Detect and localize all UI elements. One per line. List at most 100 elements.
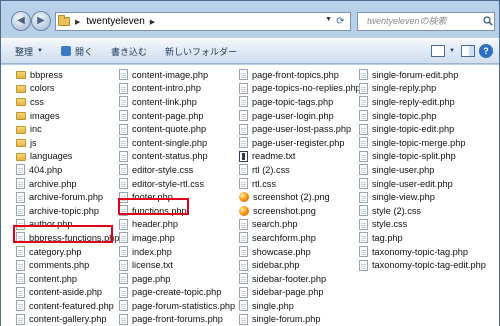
file-item[interactable]: license.txt: [119, 258, 235, 272]
search-input[interactable]: twentyelevenの検索: [357, 12, 495, 31]
file-item[interactable]: page-user-lost-pass.php: [239, 122, 361, 136]
open-button[interactable]: 開く: [60, 45, 93, 58]
view-options-icon[interactable]: ▼: [449, 48, 455, 54]
file-item[interactable]: image.php: [119, 231, 235, 245]
preview-pane-icon[interactable]: [461, 45, 475, 57]
search-icon[interactable]: [483, 16, 493, 26]
file-item[interactable]: category.php: [16, 245, 119, 259]
file-item[interactable]: rtl.css: [239, 177, 361, 191]
file-item[interactable]: page-front-topics.php: [239, 68, 361, 82]
file-item[interactable]: editor-style-rtl.css: [119, 177, 235, 191]
forward-button[interactable]: ▶: [31, 11, 51, 31]
file-name: sidebar-footer.php: [252, 273, 327, 284]
file-name: single-user-edit.php: [372, 178, 453, 189]
file-item[interactable]: index.php: [119, 245, 235, 259]
file-item[interactable]: js: [16, 136, 119, 150]
file-item[interactable]: editor-style.css: [119, 163, 235, 177]
file-item[interactable]: single-user.php: [359, 163, 486, 177]
file-item[interactable]: single-forum.php: [239, 313, 361, 326]
file-item[interactable]: inc: [16, 122, 119, 136]
file-name: colors: [30, 83, 55, 94]
file-item[interactable]: colors: [16, 82, 119, 96]
file-item[interactable]: page-topic-tags.php: [239, 95, 361, 109]
address-dropdown-icon[interactable]: ▼: [325, 16, 332, 23]
file-name: comments.php: [29, 260, 90, 271]
file-item[interactable]: archive-forum.php: [16, 190, 119, 204]
file-name: rtl.css: [252, 178, 276, 189]
file-item[interactable]: content-gallery.php: [16, 313, 119, 326]
file-item[interactable]: content-single.php: [119, 136, 235, 150]
file-item[interactable]: content-status.php: [119, 150, 235, 164]
file-item[interactable]: content-intro.php: [119, 82, 235, 96]
folder-icon: [16, 71, 26, 80]
file-item[interactable]: single-topic-edit.php: [359, 122, 486, 136]
file-item[interactable]: taxonomy-topic-tag-edit.php: [359, 258, 486, 272]
image-file-icon: [239, 205, 249, 216]
file-item[interactable]: archive-topic.php: [16, 204, 119, 218]
file-item[interactable]: languages: [16, 150, 119, 164]
file-item[interactable]: tag.php: [359, 231, 486, 245]
file-item[interactable]: images: [16, 109, 119, 123]
file-item[interactable]: page-user-register.php: [239, 136, 361, 150]
burn-button[interactable]: 書き込む: [111, 45, 147, 58]
file-item[interactable]: single.php: [239, 299, 361, 313]
file-item[interactable]: search.php: [239, 218, 361, 232]
file-item[interactable]: archive.php: [16, 177, 119, 191]
file-item[interactable]: header.php: [119, 218, 235, 232]
file-item[interactable]: searchform.php: [239, 231, 361, 245]
file-icon: [119, 137, 128, 149]
refresh-icon[interactable]: ⟳: [333, 14, 348, 29]
change-view-icon[interactable]: [431, 45, 446, 57]
file-item[interactable]: page-create-topic.php: [119, 286, 235, 300]
file-item[interactable]: style.css: [359, 218, 486, 232]
file-item[interactable]: content-page.php: [119, 109, 235, 123]
file-item[interactable]: sidebar-page.php: [239, 286, 361, 300]
file-item[interactable]: screenshot.png: [239, 204, 361, 218]
help-icon[interactable]: ?: [479, 44, 493, 58]
file-item[interactable]: single-view.php: [359, 190, 486, 204]
file-item[interactable]: readme.txt: [239, 150, 361, 164]
file-item[interactable]: showcase.php: [239, 245, 361, 259]
file-item[interactable]: style (2).css: [359, 204, 486, 218]
file-item[interactable]: single-topic-split.php: [359, 150, 486, 164]
back-button[interactable]: ◀: [11, 11, 31, 31]
file-item[interactable]: content-image.php: [119, 68, 235, 82]
file-item[interactable]: sidebar-footer.php: [239, 272, 361, 286]
file-item[interactable]: single-forum-edit.php: [359, 68, 486, 82]
file-item[interactable]: bbpress: [16, 68, 119, 82]
file-icon: [119, 164, 128, 176]
file-item[interactable]: single-reply.php: [359, 82, 486, 96]
file-item[interactable]: content-aside.php: [16, 286, 119, 300]
file-item[interactable]: single-reply-edit.php: [359, 95, 486, 109]
file-item[interactable]: page-forum-statistics.php: [119, 299, 235, 313]
file-item[interactable]: 404.php: [16, 163, 119, 177]
file-item[interactable]: content-link.php: [119, 95, 235, 109]
file-item[interactable]: content-quote.php: [119, 122, 235, 136]
breadcrumb-separator-icon[interactable]: ▶: [75, 18, 80, 26]
file-item[interactable]: taxonomy-topic-tag.php: [359, 245, 486, 259]
file-item[interactable]: rtl (2).css: [239, 163, 361, 177]
file-item[interactable]: page-topics-no-replies.php: [239, 82, 361, 96]
file-item[interactable]: content-featured.php: [16, 299, 119, 313]
breadcrumb-current[interactable]: twentyeleven: [86, 16, 144, 27]
file-item[interactable]: page.php: [119, 272, 235, 286]
file-name: inc: [30, 124, 42, 135]
file-item[interactable]: screenshot (2).png: [239, 190, 361, 204]
file-item[interactable]: page-front-forums.php: [119, 313, 235, 326]
file-item[interactable]: sidebar.php: [239, 258, 361, 272]
file-item[interactable]: page-user-login.php: [239, 109, 361, 123]
file-item[interactable]: single-user-edit.php: [359, 177, 486, 191]
file-item[interactable]: single-topic-merge.php: [359, 136, 486, 150]
forward-arrow-icon: ▶: [37, 15, 45, 26]
file-item[interactable]: css: [16, 95, 119, 109]
file-icon: [16, 191, 25, 203]
file-item[interactable]: content.php: [16, 272, 119, 286]
file-column-1: bbpress colors css images inc js languages 404.…: [16, 68, 119, 326]
organize-button[interactable]: 整理 ▼: [15, 45, 43, 58]
file-item[interactable]: comments.php: [16, 258, 119, 272]
new-folder-button[interactable]: 新しいフォルダー: [165, 45, 237, 58]
file-item[interactable]: single-topic.php: [359, 109, 486, 123]
file-icon: [239, 313, 248, 325]
breadcrumb-chevron-icon[interactable]: ▶: [150, 18, 155, 26]
address-bar[interactable]: ▶ twentyeleven ▶ ▼ ⟳: [55, 12, 351, 31]
